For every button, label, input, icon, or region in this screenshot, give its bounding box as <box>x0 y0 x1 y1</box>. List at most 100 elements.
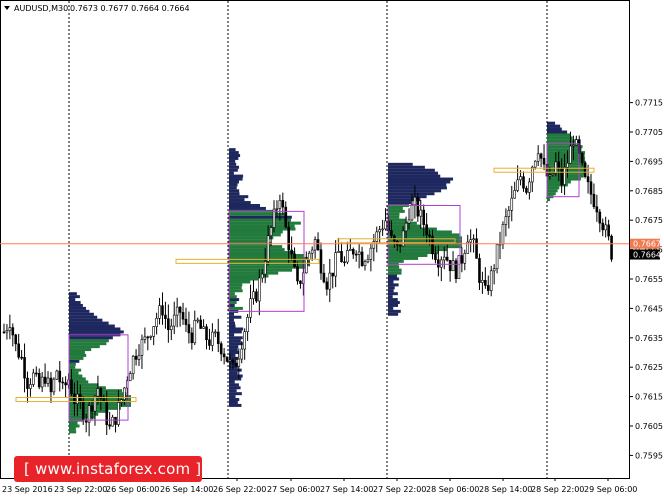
candle-body-bear <box>340 251 343 263</box>
volume-profile-bar <box>229 289 243 293</box>
volume-profile-bar <box>547 127 562 131</box>
volume-profile-bar <box>229 368 242 372</box>
volume-profile-bar <box>388 309 401 313</box>
candle-body-bull <box>501 224 505 245</box>
volume-profile-bar <box>229 253 305 257</box>
candle-body-bear <box>601 222 605 231</box>
candle-body-bull <box>378 229 381 233</box>
candle-body-bull <box>252 291 255 299</box>
candle-body-bull <box>410 204 414 221</box>
volume-profile-bar <box>229 151 239 155</box>
x-tick-label: 26 Sep 14:00 <box>160 485 213 494</box>
candle-body-bear <box>331 272 335 277</box>
volume-profile-bar <box>229 283 243 287</box>
volume-profile-bar <box>229 339 241 343</box>
candle-body-bull <box>528 181 531 193</box>
price-chart[interactable]: 0.7595 0.7605 0.7615 0.7625 0.7635 0.7645 0.76… <box>0 0 664 498</box>
volume-profile-bar <box>69 324 115 328</box>
candle-body-bear <box>225 356 229 362</box>
volume-profile-bar <box>229 342 243 346</box>
value-area-boxes <box>15 143 595 421</box>
candle-body-bear <box>287 226 290 251</box>
candle-body-bear <box>284 206 288 228</box>
volume-profile-bar <box>388 206 403 210</box>
volume-profile-bar <box>229 245 283 249</box>
x-tick-label: 23 Sep 22:00 <box>54 485 107 494</box>
volume-profile-bar <box>547 189 558 193</box>
symbol-dropdown-icon[interactable] <box>4 6 10 10</box>
candle-body-bull <box>375 231 379 242</box>
candle-body-bear <box>23 357 26 379</box>
candle-body-bear <box>360 251 364 266</box>
volume-profile-bar <box>388 218 407 222</box>
volume-profile-bar <box>69 339 109 343</box>
candle-body-bear <box>64 382 67 386</box>
candle-body-bull <box>258 277 261 302</box>
volume-profile-bar <box>69 368 82 372</box>
candle-body-bull <box>196 319 200 322</box>
candle-body-bull <box>29 384 32 389</box>
symbol-timeframe: AUDUSD,M30 <box>14 4 68 13</box>
candle-body-bear <box>583 162 587 177</box>
candle-body-bull <box>419 209 423 217</box>
volume-profile-bar <box>69 301 81 305</box>
x-tick-label: 26 Sep 06:00 <box>106 485 159 494</box>
candle-body-bear <box>102 398 106 402</box>
volume-profile-bar <box>388 221 417 225</box>
volume-profile-bar <box>69 351 85 354</box>
volume-profile-bar <box>229 189 240 193</box>
volume-profile-bar <box>229 333 235 337</box>
volume-profile-bar <box>229 156 239 160</box>
volume-profile-bar <box>229 206 266 210</box>
candle-body-bull <box>243 331 246 350</box>
candle-body-bull <box>228 359 232 362</box>
candle-body-bull <box>269 227 273 236</box>
volume-profile-bar <box>69 430 77 434</box>
candle-body-bear <box>589 181 593 195</box>
candle-body-bear <box>475 238 478 259</box>
y-tick-label: 0.7675 <box>635 216 663 225</box>
candle-body-bear <box>398 244 402 247</box>
candle-body-bull <box>510 197 514 211</box>
candle-body-bull <box>52 378 56 393</box>
volume-profile-bar <box>388 280 394 284</box>
candle-body-bear <box>161 305 164 316</box>
volume-profile-bar <box>229 345 239 349</box>
volume-profile-bar <box>229 324 236 328</box>
volume-profile-bar <box>388 165 425 169</box>
volume-profile-bar <box>69 295 80 299</box>
volume-profile-bar <box>388 212 400 216</box>
candle-body-bear <box>484 280 487 286</box>
candle-body-bull <box>413 196 417 206</box>
candle-body-bull <box>369 247 373 260</box>
volume-profile-bar <box>229 386 241 390</box>
price-labels: 0.7667 0.7664 <box>0 238 661 260</box>
candle-body-bull <box>569 145 572 164</box>
candle-body-bear <box>322 272 326 283</box>
candle-body-bear <box>586 176 590 183</box>
volume-profile-bar <box>69 298 76 302</box>
candle-body-bull <box>5 330 9 333</box>
candle-body-bull <box>76 393 79 404</box>
volume-profile-bar <box>69 321 109 325</box>
candle-body-bull <box>310 249 314 254</box>
candle-body-bear <box>416 196 420 217</box>
candle-body-bear <box>34 372 38 375</box>
candle-body-bull <box>96 388 100 397</box>
volume-profile-bar <box>388 295 393 299</box>
candle-body-bear <box>2 331 6 334</box>
candle-body-bull <box>495 244 499 270</box>
candle-body-bull <box>548 174 552 177</box>
candle-body-bull <box>158 305 161 319</box>
volume-profile-bar <box>388 265 400 269</box>
volume-profile-bar <box>388 209 405 213</box>
volume-profile-bar <box>388 251 439 255</box>
volume-profile-bar <box>229 162 237 166</box>
volume-profile-bar <box>388 292 398 296</box>
volume-profile-bar <box>229 286 242 290</box>
y-tick-label: 0.7615 <box>635 393 663 402</box>
volume-profile-bar <box>69 318 103 322</box>
candle-body-bull <box>202 326 205 329</box>
candle-body-bear <box>598 211 602 224</box>
volume-profile-bar <box>388 274 398 278</box>
